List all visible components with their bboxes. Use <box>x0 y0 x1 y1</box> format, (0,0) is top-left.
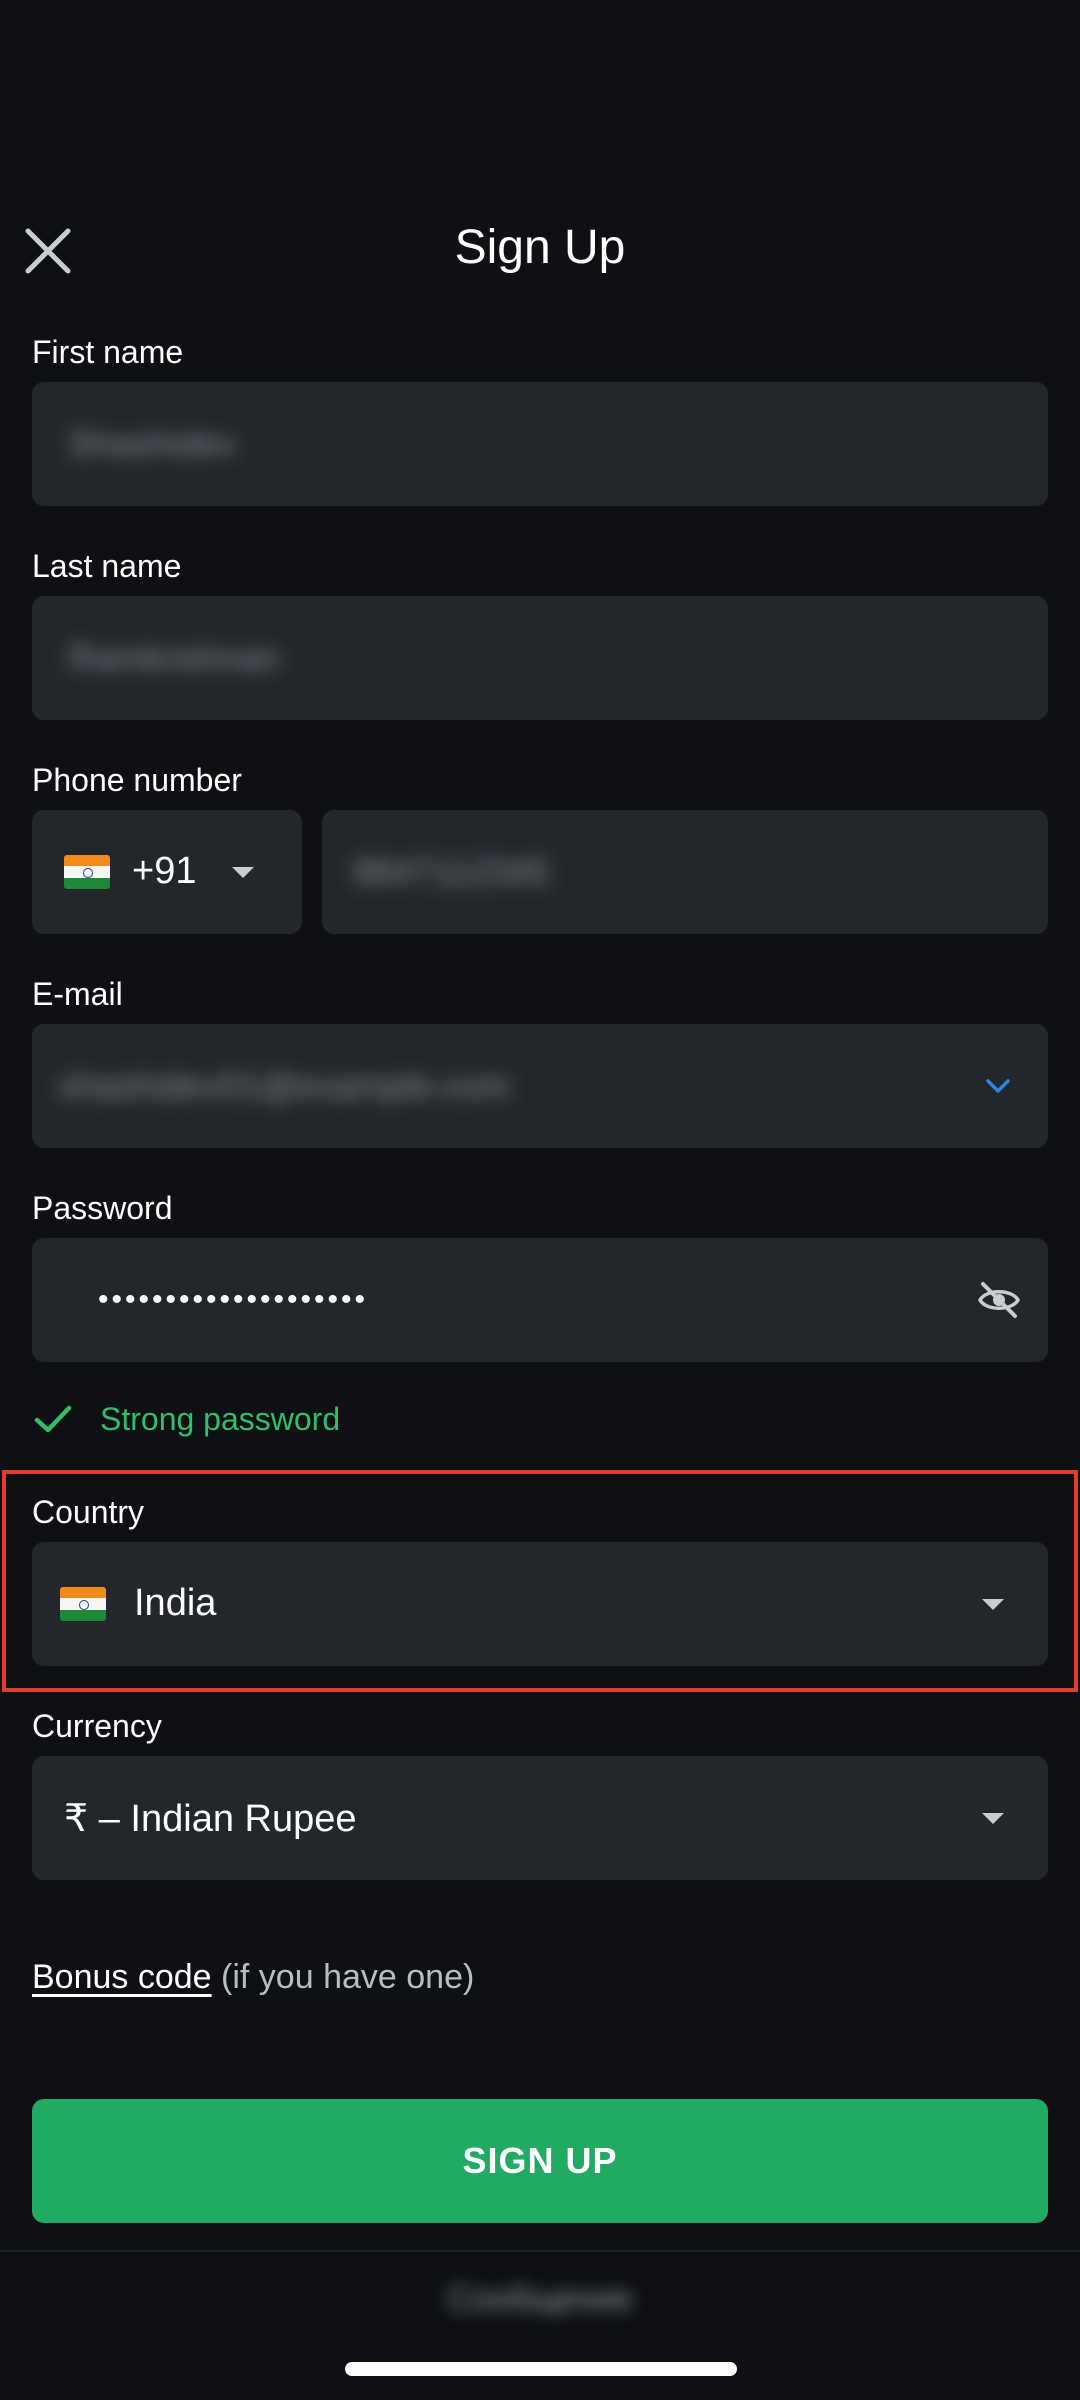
country-value: India <box>134 1582 217 1624</box>
password-strength: Strong password <box>32 1396 340 1442</box>
password-input[interactable]: •••••••••••••••••••• <box>32 1238 1048 1362</box>
india-flag-icon <box>64 855 110 889</box>
password-label: Password <box>32 1190 173 1226</box>
bonus-code-hint: (if you have one) <box>211 1958 475 1996</box>
chevron-down-icon[interactable] <box>980 1068 1016 1104</box>
header: Sign Up <box>0 200 1080 300</box>
last-name-value: Ramkrishnan <box>68 637 281 678</box>
check-icon <box>34 1405 72 1433</box>
phone-code-value: +91 <box>132 850 197 892</box>
phone-number-value: 9847112345 <box>352 851 550 892</box>
phone-label: Phone number <box>32 762 242 798</box>
currency-select[interactable]: ₹ – Indian Rupee <box>32 1756 1048 1880</box>
last-name-input[interactable]: Ramkrishnan <box>32 596 1048 720</box>
first-name-value: Shashidev <box>68 423 237 464</box>
footer-divider <box>0 2250 1080 2252</box>
password-dots: •••••••••••••••••••• <box>98 1283 369 1316</box>
email-label: E-mail <box>32 976 123 1012</box>
caret-down-icon <box>982 1599 1004 1610</box>
password-strength-text: Strong password <box>100 1400 341 1437</box>
signup-screen: Sign Up First name Shashidev Last name R… <box>0 0 1080 2400</box>
last-name-label: Last name <box>32 548 182 584</box>
bonus-code-link[interactable]: Bonus code <box>32 1958 212 1996</box>
caret-down-icon <box>982 1813 1004 1824</box>
page-title: Sign Up <box>454 221 626 274</box>
country-label: Country <box>32 1494 145 1530</box>
email-value: shashidev01@example.com <box>58 1065 511 1106</box>
country-select[interactable]: India <box>32 1542 1048 1666</box>
bonus-code-row: Bonus code (if you have one) <box>32 1958 474 1997</box>
sign-up-button[interactable]: SIGN UP <box>32 2099 1048 2223</box>
caret-down-icon <box>232 867 254 878</box>
email-input[interactable]: shashidev01@example.com <box>32 1024 1048 1148</box>
footer-text: Сообщение <box>447 2280 633 2318</box>
eye-off-icon[interactable] <box>976 1277 1022 1323</box>
first-name-label: First name <box>32 334 184 370</box>
currency-value: ₹ – Indian Rupee <box>64 1798 357 1840</box>
india-flag-icon <box>60 1587 106 1621</box>
first-name-input[interactable]: Shashidev <box>32 382 1048 506</box>
currency-label: Currency <box>32 1708 162 1744</box>
phone-code-select[interactable]: +91 <box>32 810 302 934</box>
phone-number-input[interactable]: 9847112345 <box>322 810 1048 934</box>
home-indicator[interactable] <box>345 2362 737 2376</box>
